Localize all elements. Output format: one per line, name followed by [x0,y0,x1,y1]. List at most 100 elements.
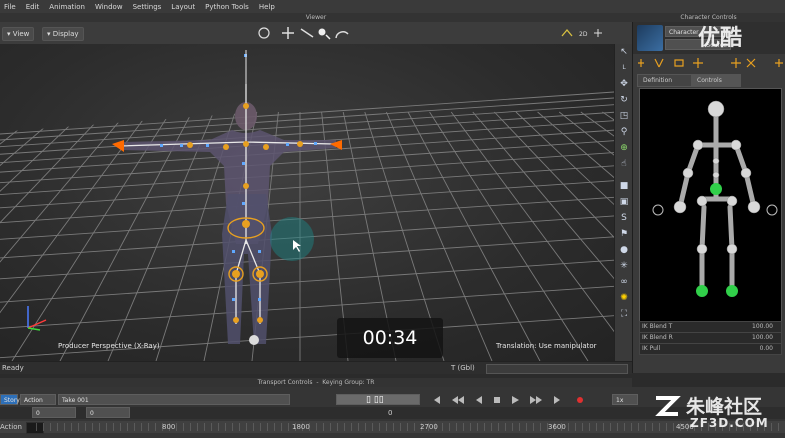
ik-pull-value[interactable]: 0.00 [760,344,773,354]
transport-title: Transport Controls - Keying Group: TR [0,378,632,387]
hips-effector-icon[interactable] [710,183,722,195]
menu-bar: File Edit Animation Window Settings Layo… [0,0,785,14]
transport-title-text: Transport Controls [257,379,313,386]
viewer-title: Viewer [0,13,632,22]
status-text: Ready [2,364,24,372]
display-mode-icons: 2D [561,28,602,38]
move-icon[interactable] [282,27,294,39]
menu-file[interactable]: File [0,3,22,11]
stop-icon[interactable] [494,397,500,403]
rotate-tool-icon[interactable]: ↻ [618,94,630,106]
zoom-icon[interactable] [318,28,326,36]
play-icon[interactable] [512,396,519,404]
status-bar: Ready T (Gbl) [0,361,632,374]
chain-icon[interactable]: ∞ [618,276,630,288]
marker-icon[interactable]: ⚑ [618,228,630,240]
axis-gizmo [27,306,47,331]
menu-python-tools[interactable]: Python Tools [201,3,255,11]
orbit-icon[interactable] [335,31,349,39]
left-hand-expand-icon[interactable] [652,204,664,216]
pointer-icon[interactable]: ☝ [618,158,630,170]
char-tool-2-icon [654,58,664,68]
left-foot-effector-icon[interactable] [696,285,708,297]
rotate-icon[interactable] [258,27,270,39]
pause-icon[interactable]: ▯ ▯▯ [366,395,384,405]
take-select[interactable]: Take 001 [58,394,290,405]
character-logo-icon [637,25,663,51]
cube-icon[interactable]: ■ [618,180,630,192]
crosshair-icon[interactable] [594,29,602,37]
ik-pull-row: IK Pull 0.00 [639,343,782,355]
ik-blend-t-label: IK Blend T [642,323,673,330]
manipulator-label: Translation: Use manipulator [495,342,597,350]
transform-space: T (Gbl) [451,364,475,372]
status-field[interactable] [486,364,628,374]
menu-help[interactable]: Help [255,3,281,11]
menu-settings[interactable]: Settings [129,3,168,11]
go-start-icon[interactable] [432,396,440,404]
go-end-icon[interactable] [554,396,561,404]
speed-select[interactable]: 1x [612,394,638,405]
story-button[interactable]: Story [0,394,20,405]
menu-layout[interactable]: Layout [167,3,201,11]
display-button-label: Display [52,30,79,38]
scale-icon[interactable] [300,28,314,38]
translate-icon[interactable]: ✥ [618,78,630,90]
timeline-ruler[interactable]: Action 800 1800 2700 3600 4500 [0,421,785,434]
menu-animation[interactable]: Animation [45,3,91,11]
step-back-icon[interactable] [476,396,482,404]
ruler-ticks [36,423,785,431]
view-button-label: View [12,30,30,38]
character-controls-panel: Character Source Definition Controls IK … [632,22,785,373]
right-foot-effector-icon[interactable] [726,285,738,297]
right-hand-expand-icon[interactable] [766,204,778,216]
frame-icon[interactable]: ⛶ [618,308,630,320]
video-timer: 00:34 [337,318,443,358]
rewind-icon[interactable] [452,396,464,404]
frame-start[interactable]: 0 [32,407,76,418]
tab-controls[interactable]: Controls [691,74,741,87]
character-control-rig[interactable] [639,88,782,322]
3d-viewport[interactable]: Producer Perspective (X-Ray) Translation… [0,44,614,361]
box-icon[interactable]: ▣ [618,196,630,208]
ik-blend-r-value[interactable]: 100.00 [752,333,773,343]
local-global-icon[interactable]: L [618,62,630,74]
scale-tool-icon[interactable]: ◳ [618,110,630,122]
menu-edit[interactable]: Edit [22,3,46,11]
view-button[interactable]: ▾ View [2,27,35,41]
pin-icon[interactable]: ⊕ [618,142,630,154]
fast-forward-icon[interactable] [530,396,542,404]
curve-icon[interactable] [561,28,573,37]
joint-icon[interactable]: ✳ [618,260,630,272]
keying-group: Keying Group: TR [322,379,375,386]
viewer-toolbar: ▾ View ▾ Display 2D [0,22,632,44]
curve-tool-icon[interactable]: S [618,212,630,224]
ruler-tick-2700: 2700 [420,423,438,431]
link-icon[interactable]: ⚲ [618,126,630,138]
record-icon[interactable] [577,397,583,403]
select-icon[interactable]: ↖ [618,46,630,58]
tool-strip: ↖ L ✥ ↻ ◳ ⚲ ⊕ ☝ ■ ▣ S ⚑ ● ✳ ∞ ✺ ⛶ [614,44,633,361]
character-tabs: Definition Controls [637,74,783,87]
character-toolbar [638,58,783,68]
action-select[interactable]: Action [20,394,56,405]
light-icon[interactable]: ✺ [618,292,630,304]
menu-window[interactable]: Window [91,3,129,11]
playback-buttons [432,396,583,404]
youku-watermark: 优酷 [698,26,743,51]
camera-label: Producer Perspective (X-Ray) [58,342,160,350]
svg-text:2D: 2D [579,31,588,38]
character-field-label: Character [669,29,699,36]
char-tool-1-icon [638,59,644,67]
tab-definition[interactable]: Definition [637,74,693,87]
transport-row-1: Story Action Take 001 ▯ ▯▯ 1x [0,392,640,406]
control-rig-figure [652,100,778,297]
frame-current[interactable]: 0 [86,407,130,418]
ruler-label: Action [0,423,22,431]
ik-blend-t-value[interactable]: 100.00 [752,322,773,332]
display-button[interactable]: ▾ Display [42,27,84,41]
sphere-icon[interactable]: ● [618,244,630,256]
char-tool-6-icon [746,58,756,68]
char-tool-7-icon [775,59,783,67]
ruler-tick-1800: 1800 [292,423,310,431]
